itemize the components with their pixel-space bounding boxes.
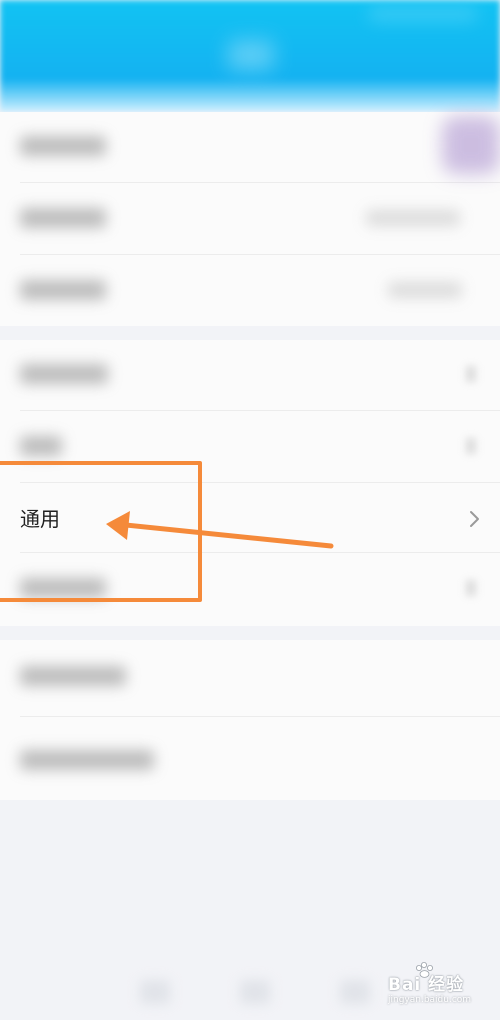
account-section bbox=[0, 112, 500, 326]
blurred-label bbox=[20, 280, 106, 300]
blurred-chevron-icon bbox=[466, 580, 476, 596]
blurred-label bbox=[20, 208, 106, 228]
blurred-label bbox=[20, 666, 126, 686]
blurred-label bbox=[20, 136, 106, 156]
watermark-url: jingyan.baidu.com bbox=[388, 995, 472, 1005]
blurred-label bbox=[20, 436, 62, 456]
blurred-row-nickname[interactable] bbox=[0, 184, 500, 254]
blurred-value bbox=[388, 282, 462, 298]
divider bbox=[20, 254, 500, 255]
blurred-row-5[interactable] bbox=[0, 726, 500, 796]
blurred-row-1[interactable] bbox=[0, 340, 500, 410]
blurred-tab-icon[interactable] bbox=[240, 980, 270, 1004]
blurred-row-avatar[interactable] bbox=[0, 112, 500, 182]
blurred-row-4[interactable] bbox=[0, 642, 500, 712]
blurred-chevron-icon bbox=[466, 366, 476, 382]
blurred-tab-icon[interactable] bbox=[340, 980, 370, 1004]
watermark-text: Bai 经验 bbox=[388, 975, 465, 995]
blurred-row-account[interactable] bbox=[0, 256, 500, 326]
chevron-right-icon bbox=[470, 511, 479, 527]
blurred-label bbox=[20, 364, 108, 384]
highlight-box bbox=[0, 461, 202, 602]
blurred-label bbox=[20, 750, 154, 770]
divider bbox=[20, 716, 500, 717]
more-section bbox=[0, 640, 500, 800]
blurred-header-title bbox=[228, 40, 274, 70]
blurred-tab-icon[interactable] bbox=[140, 980, 170, 1004]
blurred-chevron-icon bbox=[466, 438, 476, 454]
blurred-value bbox=[366, 210, 460, 226]
watermark: Bai 经验 jingyan.baidu.com bbox=[388, 962, 498, 1014]
blurred-status-bar bbox=[368, 6, 478, 22]
divider bbox=[20, 410, 500, 411]
blurred-avatar bbox=[442, 116, 500, 174]
divider bbox=[20, 182, 500, 183]
